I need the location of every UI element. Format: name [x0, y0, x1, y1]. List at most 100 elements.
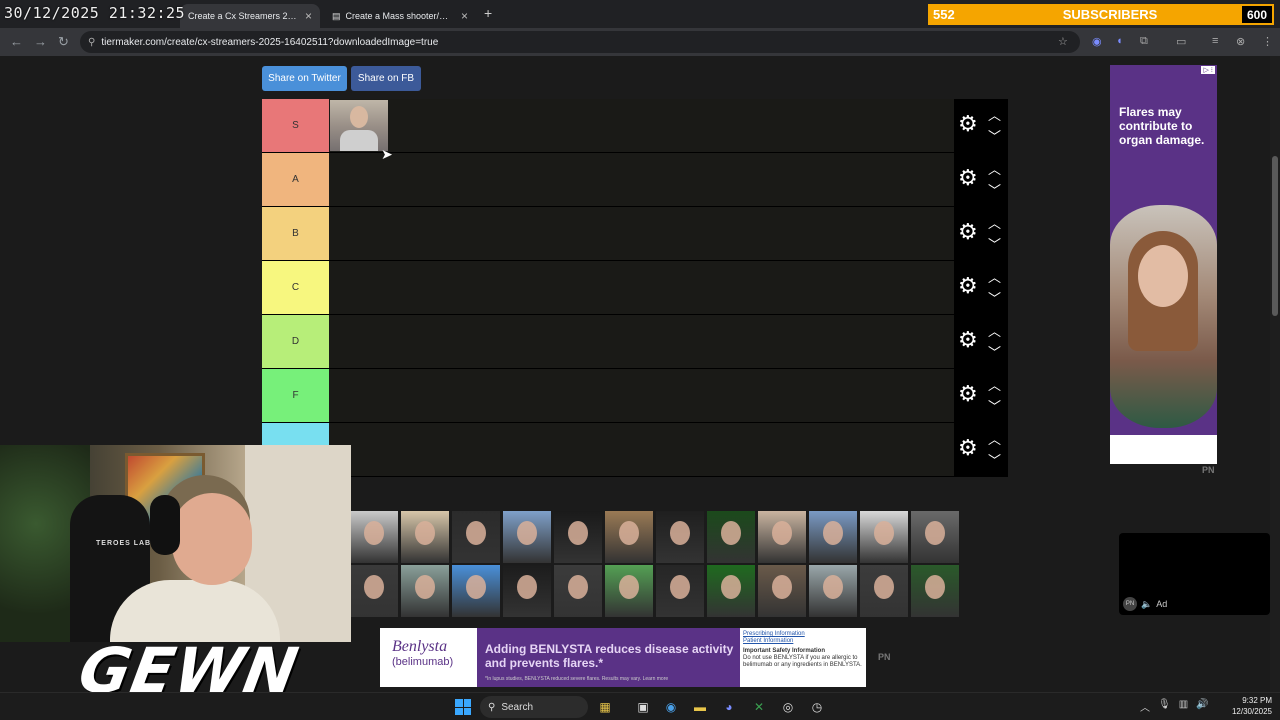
tab-second[interactable]: ▤ Create a Mass shooter/murdere ×: [324, 4, 476, 28]
share-facebook-button[interactable]: Share on FB: [351, 66, 421, 91]
move-up-icon[interactable]: ︿: [988, 159, 1001, 178]
tab-tiermaker[interactable]: Create a Cx Streamers 2025 Tie ×: [180, 4, 320, 28]
move-down-icon[interactable]: ﹀: [988, 396, 1001, 415]
sidebar-ad[interactable]: ▷ ⁝ Flares may contribute to organ damag…: [1110, 65, 1217, 464]
gear-icon[interactable]: ⚙: [958, 274, 978, 298]
ad-choices-icon[interactable]: ▷ ⁝: [1201, 66, 1215, 74]
streamer-thumbnail[interactable]: [401, 565, 449, 617]
clock-app-icon[interactable]: ◷: [808, 698, 826, 716]
site-info-icon[interactable]: ⚲: [88, 37, 95, 48]
streamer-thumbnail[interactable]: [707, 565, 755, 617]
prescribing-info-link[interactable]: Prescribing Information: [743, 631, 863, 638]
back-icon[interactable]: ←: [10, 34, 23, 49]
streamer-thumbnail[interactable]: [656, 511, 704, 563]
cast-icon[interactable]: ▭: [1176, 35, 1186, 48]
page-scrollbar[interactable]: [1270, 56, 1280, 692]
streamer-thumbnail[interactable]: [330, 100, 388, 151]
share-twitter-button[interactable]: Share on Twitter: [262, 66, 347, 91]
streamer-thumbnail[interactable]: [452, 511, 500, 563]
tier-drop-zone[interactable]: [329, 369, 953, 422]
tier-drop-zone[interactable]: [329, 99, 953, 152]
taskbar-clock[interactable]: 9:32 PM 12/30/2025: [1222, 695, 1272, 717]
streamer-thumbnail[interactable]: [809, 565, 857, 617]
windows-start-icon[interactable]: [455, 699, 471, 715]
move-up-icon[interactable]: ︿: [988, 321, 1001, 340]
move-up-icon[interactable]: ︿: [988, 267, 1001, 286]
new-tab-button[interactable]: +: [484, 5, 492, 21]
move-up-icon[interactable]: ︿: [988, 375, 1001, 394]
taskbar-search[interactable]: ⚲ Search: [480, 696, 588, 718]
video-ad-player[interactable]: PN 🔈 Ad: [1119, 533, 1270, 615]
audio-extension-icon[interactable]: ◖: [1116, 35, 1123, 47]
gear-icon[interactable]: ⚙: [958, 328, 978, 352]
streamer-thumbnail[interactable]: [350, 511, 398, 563]
close-icon[interactable]: ×: [305, 9, 312, 23]
menu-kebab-icon[interactable]: ⋮: [1262, 35, 1273, 48]
extension-icon[interactable]: ◉: [1092, 35, 1102, 48]
streamer-thumbnail[interactable]: [503, 565, 551, 617]
move-down-icon[interactable]: ﹀: [988, 450, 1001, 469]
streamer-thumbnail[interactable]: [707, 511, 755, 563]
tray-overflow-icon[interactable]: ︿: [1140, 699, 1150, 714]
streamer-thumbnail[interactable]: [554, 565, 602, 617]
streamer-thumbnail[interactable]: [911, 565, 959, 617]
tier-label[interactable]: A: [262, 153, 329, 206]
tier-label[interactable]: C: [262, 261, 329, 314]
microphone-icon[interactable]: 🎙: [1158, 699, 1171, 714]
bookmark-star-icon[interactable]: ☆: [1058, 35, 1068, 48]
tier-label[interactable]: D: [262, 315, 329, 368]
volume-icon[interactable]: 🔊: [1196, 699, 1208, 714]
chrome-icon[interactable]: ◉: [662, 698, 680, 716]
reading-list-icon[interactable]: ≡: [1212, 35, 1218, 47]
obs-icon[interactable]: ◎: [779, 698, 797, 716]
extensions-puzzle-icon[interactable]: ⧉: [1140, 35, 1148, 48]
tier-drop-zone[interactable]: [329, 207, 953, 260]
file-explorer-icon[interactable]: ▬: [691, 698, 709, 716]
move-down-icon[interactable]: ﹀: [988, 180, 1001, 199]
gear-icon[interactable]: ⚙: [958, 382, 978, 406]
streamer-thumbnail[interactable]: [758, 511, 806, 563]
task-view-icon[interactable]: ▣: [634, 698, 652, 716]
address-bar[interactable]: ⚲ tiermaker.com/create/cx-streamers-2025…: [80, 31, 1080, 53]
tier-label[interactable]: S: [262, 99, 329, 152]
tier-drop-zone[interactable]: [329, 153, 953, 206]
streamer-thumbnail[interactable]: [503, 511, 551, 563]
forward-icon[interactable]: →: [34, 34, 47, 49]
streamer-thumbnail[interactable]: [809, 511, 857, 563]
widgets-icon[interactable]: ▦: [596, 698, 614, 716]
move-up-icon[interactable]: ︿: [988, 105, 1001, 124]
move-down-icon[interactable]: ﹀: [988, 234, 1001, 253]
streamer-thumbnail[interactable]: [860, 565, 908, 617]
bottom-banner-ad[interactable]: Benlysta (belimumab) Adding BENLYSTA red…: [380, 628, 866, 687]
mute-icon[interactable]: 🔈: [1141, 599, 1152, 610]
discord-icon[interactable]: ◕: [720, 698, 738, 716]
streamer-thumbnail[interactable]: [605, 565, 653, 617]
streamer-thumbnail[interactable]: [554, 511, 602, 563]
streamer-thumbnail[interactable]: [758, 565, 806, 617]
streamer-thumbnail[interactable]: [605, 511, 653, 563]
streamer-thumbnail[interactable]: [401, 511, 449, 563]
streamer-thumbnail[interactable]: [860, 511, 908, 563]
streamer-thumbnail[interactable]: [350, 565, 398, 617]
excel-icon[interactable]: ✕: [750, 698, 768, 716]
move-up-icon[interactable]: ︿: [988, 213, 1001, 232]
reload-icon[interactable]: ↻: [58, 34, 69, 50]
move-up-icon[interactable]: ︿: [988, 429, 1001, 448]
gear-icon[interactable]: ⚙: [958, 220, 978, 244]
tier-drop-zone[interactable]: [329, 315, 953, 368]
streamer-thumbnail[interactable]: [656, 565, 704, 617]
streamer-thumbnail[interactable]: [452, 565, 500, 617]
close-icon[interactable]: ×: [461, 9, 468, 23]
tier-label[interactable]: F: [262, 369, 329, 422]
tier-drop-zone[interactable]: [329, 423, 953, 476]
profile-icon[interactable]: ⊗: [1236, 35, 1245, 48]
tier-drop-zone[interactable]: [329, 261, 953, 314]
network-icon[interactable]: ▥: [1179, 699, 1188, 714]
scrollbar-thumb[interactable]: [1272, 156, 1278, 316]
tier-label[interactable]: B: [262, 207, 329, 260]
gear-icon[interactable]: ⚙: [958, 166, 978, 190]
patient-info-link[interactable]: Patient Information: [743, 638, 863, 645]
gear-icon[interactable]: ⚙: [958, 436, 978, 460]
move-down-icon[interactable]: ﹀: [988, 342, 1001, 361]
move-down-icon[interactable]: ﹀: [988, 126, 1001, 145]
